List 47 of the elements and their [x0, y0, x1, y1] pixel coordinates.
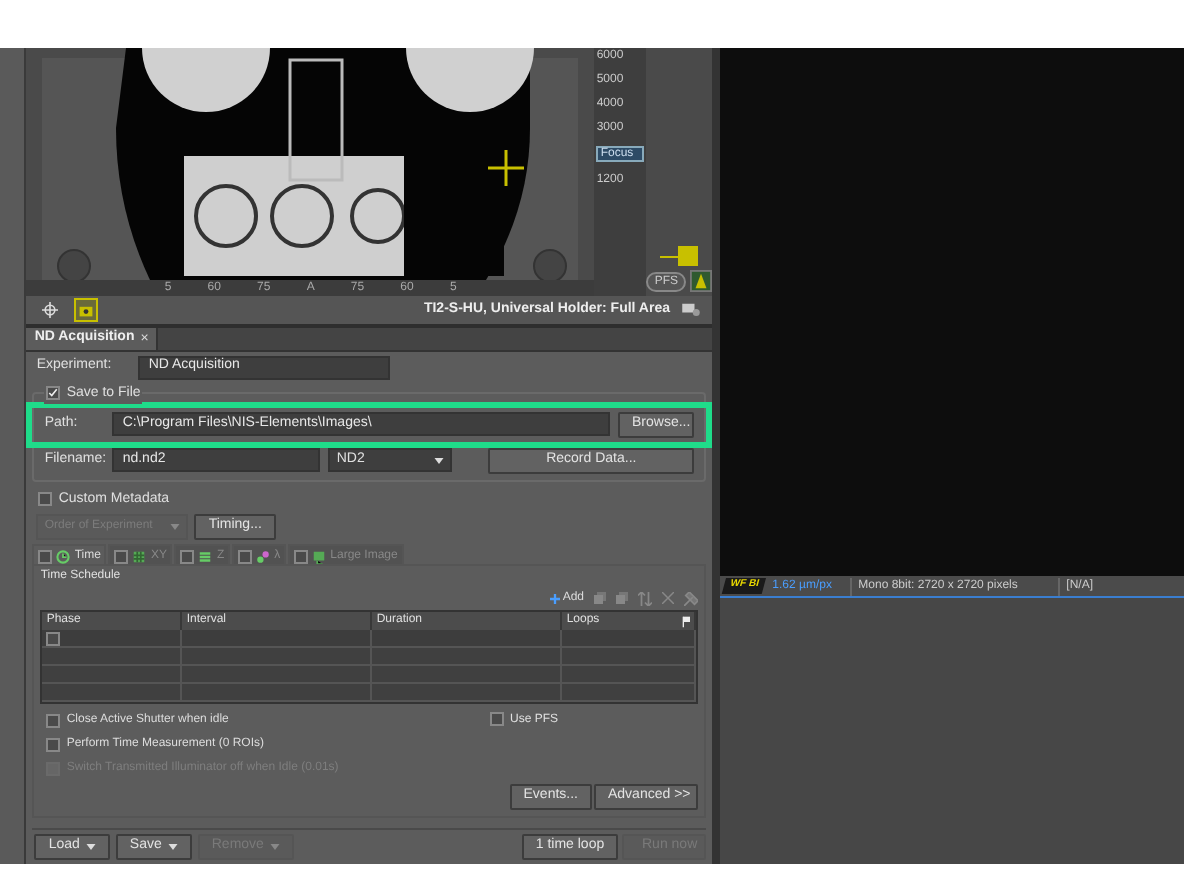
dots-icon	[256, 549, 271, 563]
checkbox[interactable]	[46, 631, 61, 645]
checkbox[interactable]	[294, 549, 309, 563]
caret-icon	[269, 844, 280, 850]
table-cell[interactable]	[372, 630, 563, 648]
camera-icon	[78, 301, 95, 318]
grid-icon	[132, 549, 147, 563]
checkbox[interactable]	[46, 386, 61, 401]
checkbox[interactable]	[114, 549, 129, 563]
table-cell[interactable]	[182, 684, 373, 702]
table-cell[interactable]	[562, 666, 696, 684]
table-cell[interactable]	[562, 648, 696, 666]
caret-icon	[167, 844, 178, 850]
plus-icon	[550, 593, 561, 603]
crosshair-icon	[42, 301, 59, 318]
focus-indicator-icon[interactable]	[690, 270, 712, 292]
camera-tool-button[interactable]	[74, 297, 99, 322]
table-cell[interactable]	[372, 684, 563, 702]
checkbox[interactable]	[238, 549, 253, 563]
checkbox[interactable]	[38, 492, 53, 507]
image-icon	[312, 549, 327, 563]
table-cell[interactable]	[562, 630, 696, 648]
focus-slider-icon[interactable]	[659, 246, 700, 270]
table-cell[interactable]	[42, 648, 183, 666]
caret-icon	[85, 844, 96, 850]
stack-icon	[198, 549, 213, 563]
caret-icon	[170, 524, 181, 530]
checkbox[interactable]	[490, 712, 504, 726]
table-cell[interactable]	[42, 684, 183, 702]
delete-icon[interactable]	[662, 592, 674, 604]
crosshair-tool-button[interactable]	[38, 297, 63, 322]
checkbox[interactable]	[46, 738, 61, 752]
holder-settings-icon[interactable]	[682, 302, 700, 317]
table-cell[interactable]	[182, 648, 373, 666]
wand-icon[interactable]	[684, 591, 698, 605]
checkbox[interactable]	[46, 714, 61, 728]
move-up-down-icon[interactable]	[638, 591, 652, 605]
checkbox[interactable]	[180, 549, 195, 563]
table-cell[interactable]	[372, 648, 563, 666]
table-cell[interactable]	[42, 630, 183, 648]
caret-icon	[434, 457, 445, 463]
table-cell[interactable]	[562, 684, 696, 702]
flag-icon[interactable]	[682, 615, 690, 627]
table-cell[interactable]	[42, 666, 183, 684]
checkbox[interactable]	[38, 549, 53, 563]
clock-icon	[56, 549, 71, 563]
table-cell[interactable]	[182, 630, 373, 648]
